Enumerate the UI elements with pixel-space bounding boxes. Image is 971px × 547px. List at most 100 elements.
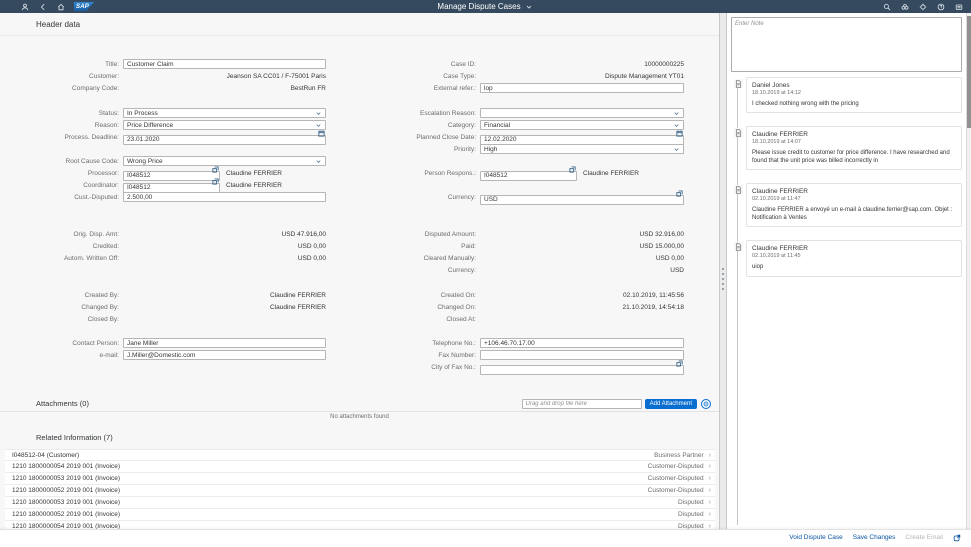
currency-input[interactable] [480, 195, 684, 205]
changed-on-label: Changed On: [388, 304, 480, 311]
chevron-down-icon[interactable] [525, 2, 534, 11]
chevron-right-icon: › [709, 487, 711, 494]
enter-note-textarea[interactable] [731, 17, 962, 72]
scrollbar-thumb[interactable] [967, 16, 971, 128]
closed-by-label: Closed By: [33, 316, 123, 323]
process-deadline-input[interactable] [123, 135, 326, 145]
paid-label: Paid: [388, 243, 480, 250]
dispute-case-detail-panel: Header data Title: Customer: Jeanson SA … [0, 13, 719, 545]
create-email-button[interactable]: Create Email [905, 534, 943, 541]
status-select[interactable]: In Process [123, 108, 326, 118]
note-document-icon [734, 242, 743, 251]
notifications-icon[interactable] [954, 2, 963, 11]
notes-list: Daniel Jones 18.10.2019 at 14:12 I check… [746, 77, 962, 290]
attachments-title: Attachments (0) [36, 399, 522, 408]
city-fax-input[interactable] [480, 365, 684, 375]
planned-close-label: Planned Close Date: [388, 134, 480, 141]
contact-person-input[interactable] [123, 338, 326, 348]
person-respons-label: Person Respons.: [388, 170, 480, 177]
note-card[interactable]: Claudine FERRIER 02.10.2019 at 11:47 Cla… [746, 183, 962, 227]
home-icon[interactable] [56, 2, 65, 11]
currency-ro-label: Currency: [388, 267, 480, 274]
related-item-invoice[interactable]: 1210 1800000052 2019 001 (Invoice)Custom… [5, 485, 715, 497]
notes-timeline-line [737, 79, 738, 525]
priority-label: Priority: [388, 146, 480, 153]
escalation-reason-select[interactable] [480, 108, 684, 118]
escalation-reason-label: Escalation Reason: [388, 110, 480, 117]
note-document-icon [734, 128, 743, 137]
created-by-value: Claudine FERRIER [123, 292, 326, 299]
attachment-dropzone-input[interactable] [522, 399, 642, 409]
coordinator-input[interactable] [123, 183, 220, 193]
coordinator-label: Coordinator: [33, 182, 123, 189]
related-item-business-partner[interactable]: I048512-04 (Customer)Business Partner› [5, 449, 715, 461]
form-column-right: Case ID: 10000000225 Case Type: Dispute … [388, 58, 684, 373]
telephone-label: Telephone No.: [388, 340, 480, 347]
person-respons-name: Claudine FERRIER [583, 170, 639, 177]
footer-toolbar: Void Dispute Case Save Changes Create Em… [0, 529, 971, 545]
save-changes-button[interactable]: Save Changes [853, 534, 896, 541]
calendar-icon[interactable] [317, 129, 325, 137]
email-input[interactable] [123, 350, 326, 360]
chevron-down-icon [314, 109, 322, 117]
processor-label: Processor: [33, 170, 123, 177]
paid-value: USD 15.000,00 [480, 243, 684, 250]
back-icon[interactable] [38, 2, 47, 11]
form-column-left: Title: Customer: Jeanson SA CC01 / F-750… [33, 58, 326, 361]
value-help-icon[interactable] [211, 177, 219, 185]
value-help-icon[interactable] [568, 165, 576, 173]
vertical-scrollbar[interactable] [966, 13, 971, 545]
credited-label: Credited: [33, 243, 123, 250]
case-id-label: Case ID: [388, 61, 480, 68]
telephone-input[interactable] [480, 338, 684, 348]
open-in-new-window-icon[interactable] [953, 529, 961, 547]
related-information-list: I048512-04 (Customer)Business Partner› 1… [5, 449, 715, 533]
coordinator-name: Claudine FERRIER [226, 182, 282, 189]
orig-disp-value: USD 47.916,00 [123, 231, 326, 238]
related-item-invoice[interactable]: 1210 1800000053 2019 001 (Invoice)Disput… [5, 497, 715, 509]
person-respons-input[interactable] [480, 171, 577, 181]
note-card[interactable]: Claudine FERRIER 02.10.2019 at 11:45 uio… [746, 240, 962, 276]
external-ref-input[interactable] [480, 83, 684, 93]
add-attachment-button[interactable]: Add Attachment [645, 399, 697, 409]
chevron-right-icon: › [709, 499, 711, 506]
disputed-amount-label: Disputed Amount: [388, 231, 480, 238]
search-icon[interactable] [882, 2, 891, 11]
planned-close-input[interactable] [480, 135, 684, 145]
title-input[interactable] [123, 59, 326, 69]
attachment-settings-icon[interactable] [701, 399, 711, 409]
currency-label: Currency: [388, 194, 480, 201]
copilot-binoculars-icon[interactable] [900, 2, 909, 11]
value-help-icon[interactable] [211, 165, 219, 173]
company-code-value: BestRun FR [123, 85, 326, 92]
related-information-title: Related Information (7) [36, 433, 113, 442]
notes-panel: Daniel Jones 18.10.2019 at 14:12 I check… [727, 13, 966, 545]
closed-at-label: Closed At: [388, 316, 480, 323]
calendar-icon[interactable] [675, 129, 683, 137]
panel-splitter[interactable] [719, 13, 727, 545]
related-item-invoice[interactable]: 1210 1800000053 2019 001 (Invoice)Custom… [5, 473, 715, 485]
cust-disputed-input[interactable] [123, 192, 326, 202]
sap-logo: SAP [74, 2, 94, 11]
process-deadline-label: Process. Deadline: [33, 134, 123, 141]
void-dispute-case-button[interactable]: Void Dispute Case [789, 534, 842, 541]
orig-disp-label: Orig. Disp. Amt: [33, 231, 123, 238]
user-icon[interactable] [20, 2, 29, 11]
case-id-value: 10000000225 [480, 61, 684, 68]
chevron-down-icon [672, 145, 680, 153]
note-card[interactable]: Daniel Jones 18.10.2019 at 14:12 I check… [746, 77, 962, 113]
related-item-invoice[interactable]: 1210 1800000054 2019 001 (Invoice)Custom… [5, 461, 715, 473]
priority-select[interactable]: High [480, 144, 684, 154]
settings-icon[interactable] [918, 2, 927, 11]
help-icon[interactable] [936, 2, 945, 11]
cleared-manually-value: USD 0,00 [480, 255, 684, 262]
note-card[interactable]: Claudine FERRIER 18.10.2019 at 14:07 Ple… [746, 126, 962, 170]
chevron-right-icon: › [709, 475, 711, 482]
splitter-grip-icon [722, 268, 724, 290]
root-cause-label: Root Cause Code: [33, 158, 123, 165]
company-code-label: Company Code: [33, 85, 123, 92]
created-on-label: Created On: [388, 292, 480, 299]
value-help-icon[interactable] [675, 189, 683, 197]
value-help-icon[interactable] [675, 359, 683, 367]
related-item-invoice[interactable]: 1210 1800000052 2019 001 (Invoice)Disput… [5, 509, 715, 521]
